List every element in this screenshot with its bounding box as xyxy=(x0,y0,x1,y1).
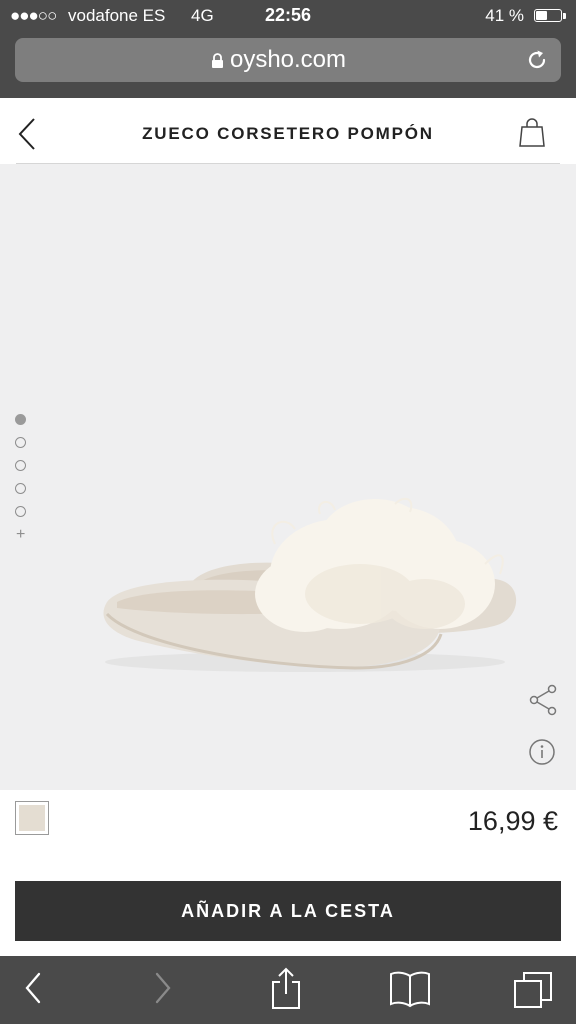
battery-icon xyxy=(534,9,562,22)
product-price: 16,99 € xyxy=(467,806,558,836)
gallery-more[interactable]: + xyxy=(16,527,31,543)
gallery-pagination: + xyxy=(15,414,31,543)
product-image-gallery[interactable]: + xyxy=(0,164,576,790)
product-title: ZUECO CORSETERO POMPÓN xyxy=(142,124,434,143)
bookmarks-icon[interactable] xyxy=(388,970,432,1013)
status-bar: ●●●○○ vodafone ES 4G 22:56 41 % xyxy=(0,0,576,32)
nav-forward-icon[interactable] xyxy=(150,970,174,1011)
add-to-cart-button[interactable]: AÑADIR A LA CESTA xyxy=(15,881,561,941)
battery-level xyxy=(536,11,547,20)
browser-chrome: oysho.com xyxy=(0,32,576,98)
color-swatch[interactable] xyxy=(15,801,49,835)
share-icon[interactable] xyxy=(528,684,558,721)
gallery-dot[interactable] xyxy=(15,483,26,494)
battery-percent: 41 % xyxy=(485,6,524,25)
product-image xyxy=(103,497,517,672)
share-action-icon[interactable] xyxy=(268,966,304,1015)
browser-toolbar xyxy=(0,956,576,1024)
battery-tip xyxy=(563,13,566,19)
nav-back-icon[interactable] xyxy=(22,970,46,1011)
address-bar[interactable]: oysho.com xyxy=(15,38,561,82)
shopping-bag-icon[interactable] xyxy=(518,116,546,153)
gallery-dot[interactable] xyxy=(15,506,26,517)
page-url: oysho.com xyxy=(229,46,347,73)
page-header: ZUECO CORSETERO POMPÓN xyxy=(0,98,576,164)
info-icon[interactable] xyxy=(528,738,556,771)
gallery-dot[interactable] xyxy=(15,414,26,425)
tabs-icon[interactable] xyxy=(512,970,554,1015)
gallery-dot[interactable] xyxy=(15,437,26,448)
gallery-dot[interactable] xyxy=(15,460,26,471)
swatch-color xyxy=(19,805,45,831)
reload-icon[interactable] xyxy=(525,48,549,77)
